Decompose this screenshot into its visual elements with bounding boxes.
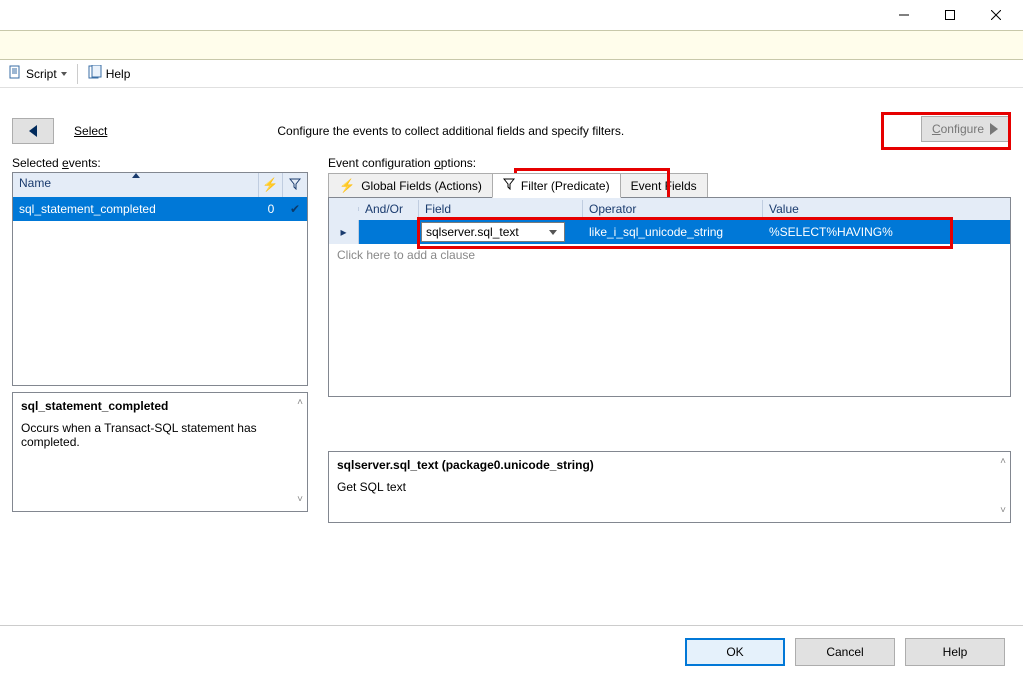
script-label: Script (26, 67, 57, 81)
scrollbar[interactable]: ˄ ˅ (297, 397, 303, 505)
column-header-name-label: Name (19, 176, 51, 190)
selected-events-grid[interactable]: Name ⚡ sql_statement_completed 0 (12, 172, 308, 386)
tab-event-fields[interactable]: Event Fields (620, 173, 708, 198)
nav-description: Configure the events to collect addition… (277, 124, 624, 138)
filter-header-value[interactable]: Value (763, 200, 1010, 218)
filter-field-select[interactable]: sqlserver.sql_text (421, 222, 565, 242)
help-icon (88, 65, 102, 82)
script-icon (8, 65, 22, 82)
column-header-bolt[interactable]: ⚡ (259, 173, 283, 197)
dialog-footer: OK Cancel Help (0, 625, 1023, 685)
check-icon: ✔ (290, 202, 300, 216)
scroll-up-icon: ˄ (1000, 456, 1006, 467)
arrow-left-icon (29, 125, 37, 137)
chevron-down-icon (61, 72, 67, 76)
event-name-cell: sql_statement_completed (13, 202, 259, 216)
help-button[interactable]: Help (84, 63, 135, 85)
nav-row: Select Configure the events to collect a… (12, 118, 1011, 144)
scrollbar[interactable]: ˄ ˅ (1000, 456, 1006, 516)
scroll-down-icon: ˅ (297, 494, 303, 505)
event-count-cell: 0 (259, 202, 283, 216)
filter-header-operator[interactable]: Operator (583, 200, 763, 218)
scroll-down-icon: ˅ (1000, 505, 1006, 516)
lightning-icon: ⚡ (262, 177, 278, 193)
filter-field-value: sqlserver.sql_text (426, 225, 519, 239)
tab-global-fields-label: Global Fields (Actions) (361, 179, 482, 193)
toolbar-separator (77, 64, 78, 84)
selected-event-row[interactable]: sql_statement_completed 0 ✔ (13, 197, 307, 221)
column-header-name[interactable]: Name (13, 173, 259, 197)
selected-events-label: Selected events: (12, 156, 308, 170)
filter-value-cell[interactable]: %SELECT%HAVING% (763, 225, 1010, 239)
tab-filter-predicate[interactable]: Filter (Predicate) (492, 173, 621, 198)
scroll-up-icon: ˄ (297, 397, 303, 408)
event-checked-cell: ✔ (283, 202, 307, 216)
title-bar (0, 0, 1023, 30)
filter-header-field[interactable]: Field (419, 200, 583, 218)
info-bar (0, 30, 1023, 60)
tab-event-fields-label: Event Fields (631, 179, 697, 193)
event-description-body: Occurs when a Transact-SQL statement has… (21, 421, 299, 449)
lightning-icon: ⚡ (339, 178, 355, 194)
field-description-panel: sqlserver.sql_text (package0.unicode_str… (328, 451, 1011, 523)
chevron-down-icon (546, 224, 560, 240)
nav-configure-button[interactable]: Configure (921, 116, 1009, 142)
nav-back-button[interactable] (12, 118, 54, 144)
help-button[interactable]: Help (905, 638, 1005, 666)
arrow-right-icon (990, 123, 998, 135)
tabs: ⚡ Global Fields (Actions) Filter (Predic… (328, 172, 1011, 198)
row-pointer-icon: ▸ (340, 225, 346, 239)
ok-button[interactable]: OK (685, 638, 785, 666)
filter-row[interactable]: ▸ sqlserver.sql_text like_i_sql_unicode_… (329, 220, 1010, 244)
event-description-title: sql_statement_completed (21, 399, 168, 413)
toolbar: Script Help (0, 60, 1023, 88)
event-config-label: Event configuration options: (328, 156, 1011, 170)
filter-header-andor[interactable]: And/Or (359, 200, 419, 218)
column-header-filter[interactable] (283, 173, 307, 197)
funnel-icon (289, 178, 301, 193)
tab-filter-predicate-label: Filter (Predicate) (521, 179, 610, 193)
filter-header-handle (329, 207, 359, 211)
event-description-panel: sql_statement_completed Occurs when a Tr… (12, 392, 308, 512)
cancel-button[interactable]: Cancel (795, 638, 895, 666)
sort-asc-icon (132, 173, 140, 178)
help-label: Help (106, 67, 131, 81)
filter-grid[interactable]: And/Or Field Operator Value ▸ sqlserver.… (328, 197, 1011, 397)
nav-configure-label: Configure (932, 122, 984, 136)
filter-field-cell[interactable]: sqlserver.sql_text (419, 220, 583, 244)
field-description-title: sqlserver.sql_text (package0.unicode_str… (337, 458, 594, 472)
field-description-body: Get SQL text (337, 480, 1002, 494)
funnel-icon (503, 178, 515, 193)
maximize-button[interactable] (927, 0, 973, 30)
script-button[interactable]: Script (4, 63, 71, 85)
minimize-button[interactable] (881, 0, 927, 30)
add-clause-row[interactable]: Click here to add a clause (329, 244, 1010, 266)
nav-select-link[interactable]: Select (74, 124, 107, 138)
filter-operator-cell[interactable]: like_i_sql_unicode_string (583, 225, 763, 239)
close-button[interactable] (973, 0, 1019, 30)
tab-global-fields[interactable]: ⚡ Global Fields (Actions) (328, 173, 493, 198)
